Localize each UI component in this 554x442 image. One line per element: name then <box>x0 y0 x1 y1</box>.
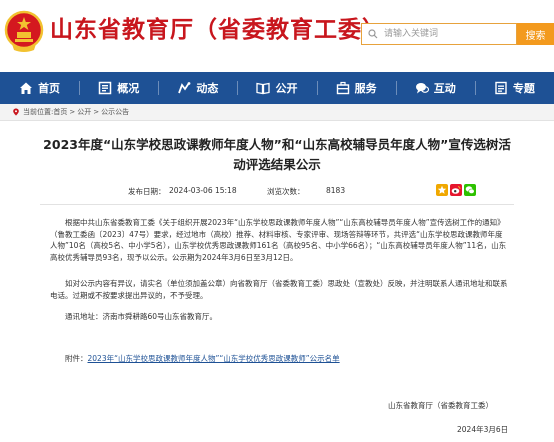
chat-icon <box>415 81 429 95</box>
search-button[interactable]: 搜索 <box>517 23 554 45</box>
nav-item-label: 互动 <box>433 82 456 95</box>
publish-date: 2024-03-06 15:18 <box>169 186 237 195</box>
body-paragraph-1: 根据中共山东省委教育工委《关于组织开展2023年“山东学校思政课教师年度人物”“… <box>50 218 507 262</box>
nav-item-service[interactable]: 服务 <box>316 72 396 104</box>
nav-item-interact[interactable]: 互动 <box>395 72 475 104</box>
nav-item-home[interactable]: 首页 <box>0 72 79 104</box>
search-box <box>361 23 517 45</box>
publish-date-label: 发布日期： <box>128 187 166 196</box>
site-header: 山东省教育厅（省委教育工委） 搜索 <box>0 0 554 72</box>
nav-item-label: 公开 <box>275 82 298 95</box>
breadcrumb-label: 当前位置: <box>23 108 54 116</box>
national-emblem-icon <box>4 10 44 52</box>
signature: 山东省教育厅（省委教育工委） <box>388 401 493 410</box>
share-icons <box>436 184 476 196</box>
main-nav: 首页 概况 动态 公开 服务 互动 专题 <box>0 72 554 104</box>
article-title: 2023年度“山东学校思政课教师年度人物”和“山东高校辅导员年度人物”宣传选树活… <box>43 137 511 172</box>
breadcrumb-notices[interactable]: 公示公告 <box>101 107 129 117</box>
nav-item-label: 概况 <box>117 82 140 95</box>
info-icon <box>98 81 112 95</box>
signature-date: 2024年3月6日 <box>457 425 509 434</box>
breadcrumb-home[interactable]: 首页 <box>53 107 67 117</box>
site-title: 山东省教育厅（省委教育工委） <box>50 17 386 43</box>
search-icon <box>362 24 384 44</box>
nav-item-label: 首页 <box>38 82 61 95</box>
nav-item-overview[interactable]: 概况 <box>79 72 158 104</box>
news-icon <box>177 81 191 95</box>
topic-icon <box>494 81 508 95</box>
views-label: 浏览次数： <box>267 187 305 196</box>
breadcrumb: 当前位置: 首页 > 公开 > 公示公告 <box>0 104 554 121</box>
service-icon <box>336 81 350 95</box>
nav-item-label: 专题 <box>512 82 535 95</box>
search-input[interactable] <box>384 25 512 43</box>
views-count: 8183 <box>326 186 346 195</box>
attachment-link[interactable]: 2023年“山东学校思政课教师年度人物”“山东学校优秀思政课教师”公示名单 <box>88 354 340 363</box>
nav-item-label: 服务 <box>354 82 377 95</box>
nav-item-public[interactable]: 公开 <box>237 72 316 104</box>
favorite-icon[interactable] <box>436 184 448 196</box>
nav-item-news[interactable]: 动态 <box>158 72 237 104</box>
home-icon <box>19 81 33 95</box>
nav-item-topic[interactable]: 专题 <box>474 72 554 104</box>
body-paragraph-3: 通讯地址：济南市舜耕路60号山东省教育厅。 <box>65 312 218 321</box>
attachment-label: 附件： <box>65 354 88 363</box>
weibo-share-icon[interactable] <box>450 184 462 196</box>
breadcrumb-public[interactable]: 公开 <box>77 107 91 117</box>
attachment: 附件：2023年“山东学校思政课教师年度人物”“山东学校优秀思政课教师”公示名单 <box>65 353 340 364</box>
breadcrumb-separator: > <box>93 108 100 116</box>
wechat-share-icon[interactable] <box>464 184 476 196</box>
nav-item-label: 动态 <box>196 82 219 95</box>
location-icon <box>13 108 19 116</box>
divider <box>40 204 514 205</box>
breadcrumb-separator: > <box>69 108 76 116</box>
book-icon <box>256 81 271 95</box>
body-paragraph-2: 如对公示内容有异议，请实名（单位须加盖公章）向省教育厅（省委教育工委）思政处（宣… <box>50 279 508 300</box>
